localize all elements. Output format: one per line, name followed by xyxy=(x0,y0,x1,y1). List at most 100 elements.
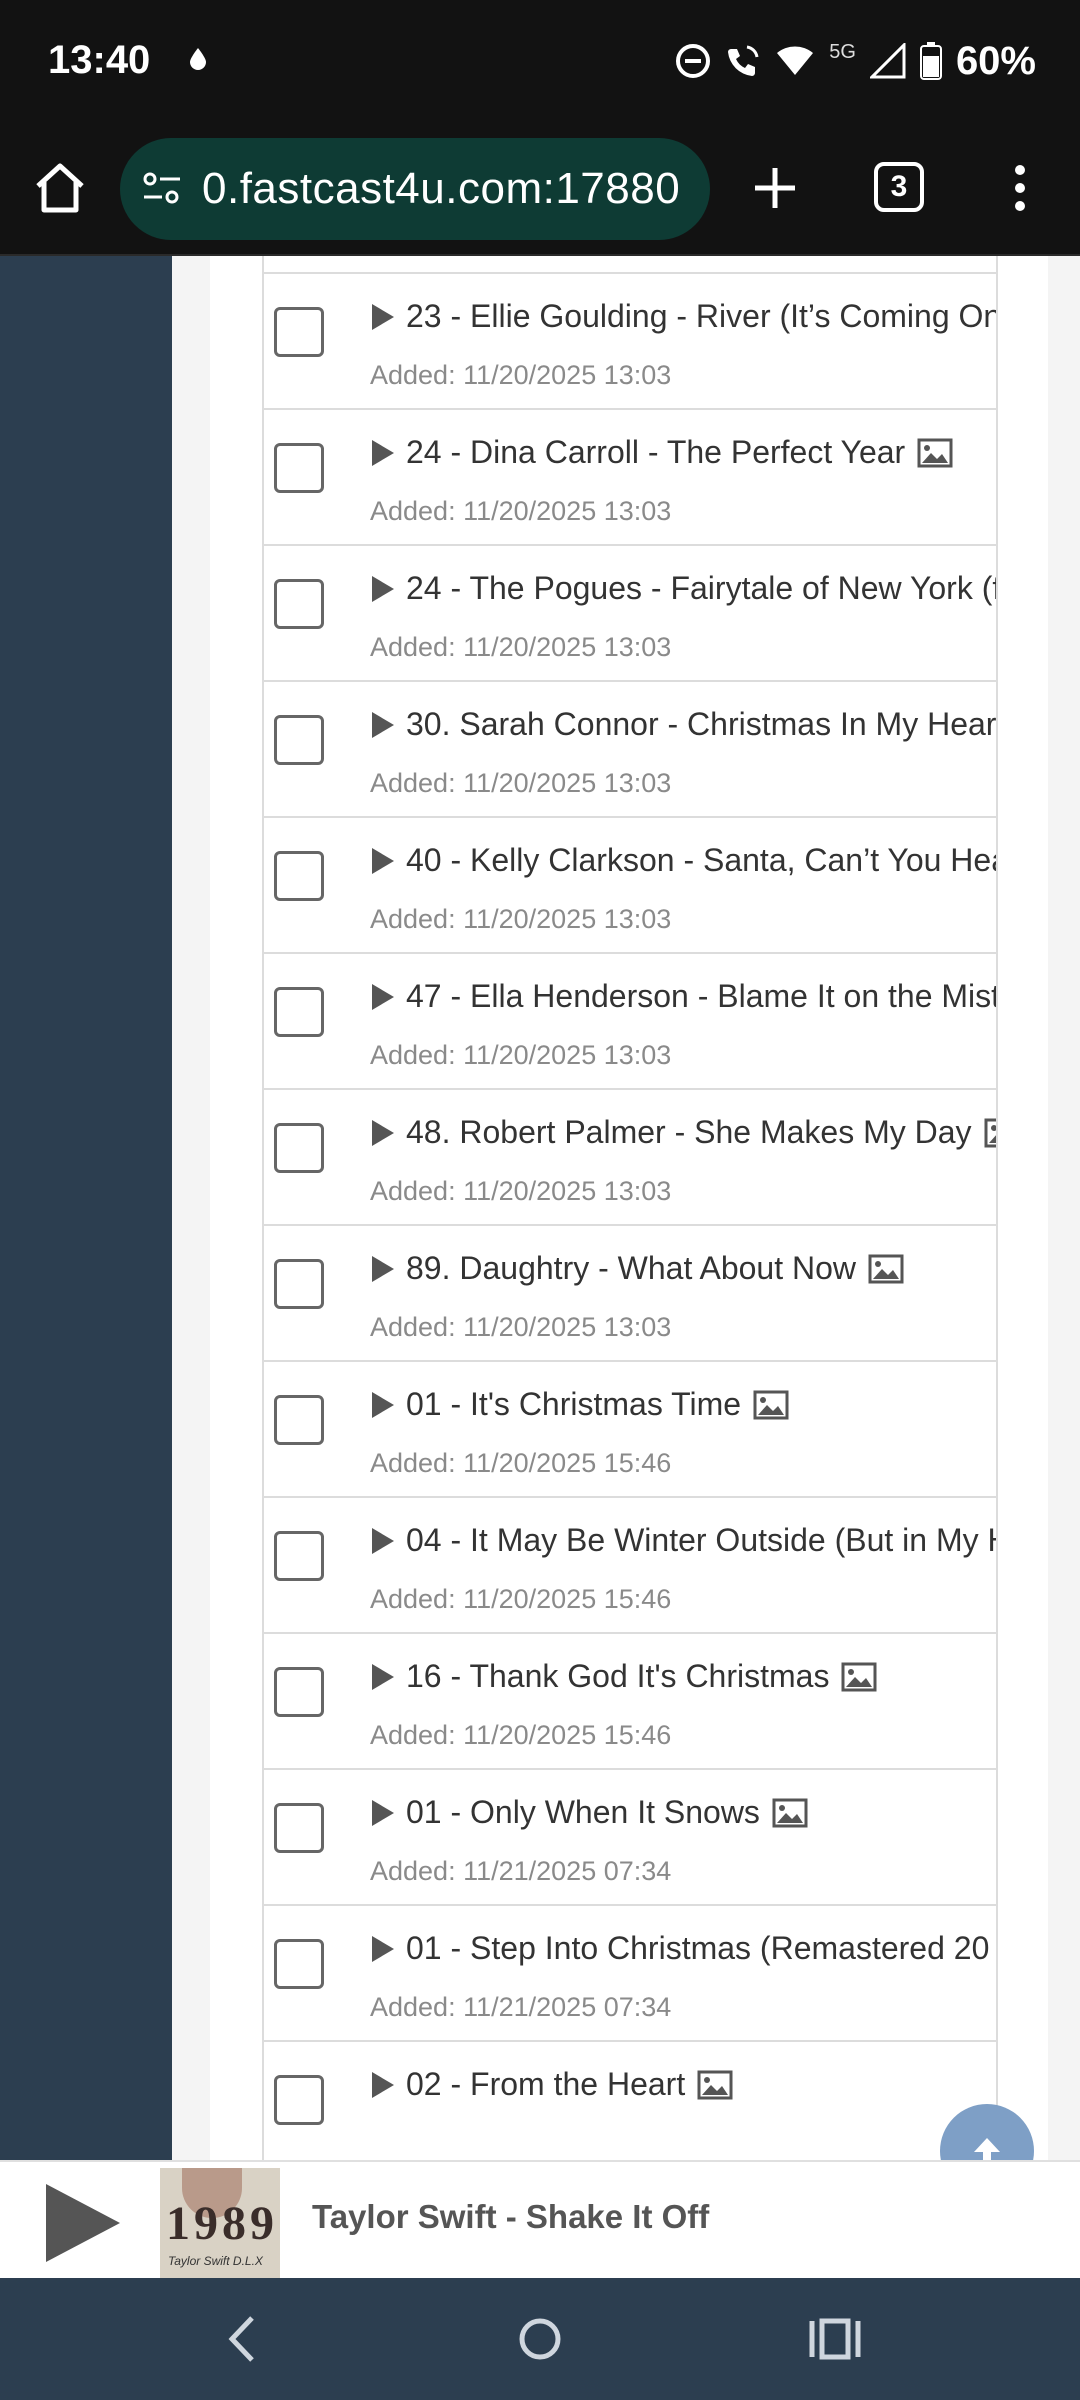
select-checkbox[interactable] xyxy=(274,715,324,765)
web-page: 22 - Gladys Knight & The Pips - Do You H… xyxy=(0,256,1080,2160)
play-triangle-icon xyxy=(372,1391,394,1418)
more-options-icon[interactable] xyxy=(1000,158,1040,218)
audio-player: 1989 Taylor Swift D.L.X Taylor Swift - S… xyxy=(0,2160,1080,2278)
play-triangle-icon xyxy=(372,1119,394,1146)
select-checkbox[interactable] xyxy=(274,307,324,357)
album-cover-text: 1989 xyxy=(166,2197,278,2250)
play-icon[interactable] xyxy=(40,2180,126,2266)
track-link[interactable]: 24 - Dina Carroll - The Perfect Year xyxy=(370,434,996,471)
recents-icon[interactable] xyxy=(800,2304,870,2374)
album-cover: 1989 Taylor Swift D.L.X xyxy=(160,2168,280,2278)
network-type: 5G xyxy=(829,40,856,63)
status-time: 13:40 xyxy=(48,38,151,82)
track-title: 30. Sarah Connor - Christmas In My Heart xyxy=(406,706,998,742)
select-checkbox[interactable] xyxy=(274,851,324,901)
list-item: 01 - Only When It Snows Added: 11/21/2025… xyxy=(264,1770,996,1906)
track-link[interactable]: 01 - Step Into Christmas (Remastered 20 xyxy=(370,1930,996,1967)
address-bar[interactable]: 0.fastcast4u.com:17880 xyxy=(120,138,710,240)
added-date: Added: 11/20/2025 13:03 xyxy=(370,1312,672,1342)
track-link[interactable]: 23 - Ellie Goulding - River (It’s Coming… xyxy=(370,298,998,335)
image-icon xyxy=(753,1390,789,1419)
list-item: 24 - The Pogues - Fairytale of New York … xyxy=(264,546,998,682)
track-link[interactable]: 02 - From the Heart xyxy=(370,2066,996,2103)
track-title: 04 - It May Be Winter Outside (But in My… xyxy=(406,1522,996,1558)
play-triangle-icon xyxy=(372,575,394,602)
select-checkbox[interactable] xyxy=(274,1803,324,1853)
track-link[interactable]: 40 - Kelly Clarkson - Santa, Can’t You H… xyxy=(370,842,996,879)
play-triangle-icon xyxy=(372,2071,394,2098)
select-checkbox[interactable] xyxy=(274,1531,324,1581)
select-checkbox[interactable] xyxy=(274,443,324,493)
select-checkbox[interactable] xyxy=(274,1939,324,1989)
tab-switcher-button[interactable]: 3 xyxy=(874,162,924,212)
added-date: Added: 11/20/2025 13:03 xyxy=(370,768,672,798)
image-icon xyxy=(697,2070,733,2099)
list-item: 24 - Dina Carroll - The Perfect Year Adde… xyxy=(264,410,996,546)
image-icon xyxy=(917,438,953,467)
arrow-up-icon xyxy=(974,2138,1000,2160)
browser-toolbar: 0.fastcast4u.com:17880 3 xyxy=(0,126,1080,256)
track-title: 24 - Dina Carroll - The Perfect Year xyxy=(406,434,906,470)
playlist: 22 - Gladys Knight & The Pips - Do You H… xyxy=(262,256,998,2160)
track-link[interactable]: 01 - It's Christmas Time xyxy=(370,1386,996,1423)
status-bar: 13:40 5G 60% xyxy=(0,0,1080,126)
list-item: 40 - Kelly Clarkson - Santa, Can’t You H… xyxy=(264,818,996,954)
select-checkbox[interactable] xyxy=(274,2075,324,2125)
track-title: 48. Robert Palmer - She Makes My Day xyxy=(406,1114,972,1150)
track-link[interactable]: 30. Sarah Connor - Christmas In My Heart xyxy=(370,706,998,743)
track-title: 24 - The Pogues - Fairytale of New York … xyxy=(406,570,998,606)
url-text: 0.fastcast4u.com:17880 xyxy=(202,164,681,213)
list-item: 22 - Gladys Knight & The Pips - Do You H… xyxy=(264,256,996,274)
track-link[interactable]: 04 - It May Be Winter Outside (But in My… xyxy=(370,1522,996,1559)
track-link[interactable]: 47 - Ella Henderson - Blame It on the Mi… xyxy=(370,978,996,1015)
list-item: 30. Sarah Connor - Christmas In My Heart… xyxy=(264,682,998,818)
signal-icon xyxy=(869,43,906,79)
added-date: Added: 11/21/2025 07:34 xyxy=(370,1992,672,2022)
added-date: Added: 11/20/2025 13:03 xyxy=(370,360,672,390)
select-checkbox[interactable] xyxy=(274,1667,324,1717)
battery-percent: 60% xyxy=(955,38,1036,83)
select-checkbox[interactable] xyxy=(274,987,324,1037)
back-icon[interactable] xyxy=(210,2304,280,2374)
track-title: 23 - Ellie Goulding - River (It’s Coming… xyxy=(406,298,998,334)
list-item: 02 - From the Heart xyxy=(264,2042,996,2160)
image-icon xyxy=(772,1798,808,1827)
play-triangle-icon xyxy=(372,983,394,1010)
track-title: 01 - Step Into Christmas (Remastered 20 xyxy=(406,1930,990,1966)
wifi-icon xyxy=(777,46,814,75)
play-triangle-icon xyxy=(372,1527,394,1554)
new-tab-icon[interactable] xyxy=(745,158,805,218)
home-circle-icon[interactable] xyxy=(505,2304,575,2374)
now-playing-title: Taylor Swift - Shake It Off xyxy=(312,2198,710,2235)
play-triangle-icon xyxy=(372,439,394,466)
list-item: 16 - Thank God It's Christmas Added: 11/2… xyxy=(264,1634,996,1770)
added-date: Added: 11/20/2025 15:46 xyxy=(370,1720,672,1750)
track-link[interactable]: 01 - Only When It Snows xyxy=(370,1794,996,1831)
list-item: 48. Robert Palmer - She Makes My Day Adde… xyxy=(264,1090,996,1226)
added-date: Added: 11/20/2025 13:03 xyxy=(370,496,672,526)
added-date: Added: 11/20/2025 13:03 xyxy=(370,904,672,934)
do-not-disturb-icon xyxy=(676,44,711,78)
play-triangle-icon xyxy=(372,303,394,330)
select-checkbox[interactable] xyxy=(274,1259,324,1309)
select-checkbox[interactable] xyxy=(274,1395,324,1445)
list-item: 89. Daughtry - What About Now Added: 11/2… xyxy=(264,1226,996,1362)
track-title: 02 - From the Heart xyxy=(406,2066,686,2102)
track-title: 01 - Only When It Snows xyxy=(406,1794,760,1830)
select-checkbox[interactable] xyxy=(274,1123,324,1173)
site-settings-icon[interactable] xyxy=(140,167,184,211)
system-navigation-bar xyxy=(0,2278,1080,2400)
wifi-calling-icon xyxy=(728,45,759,76)
home-icon[interactable] xyxy=(30,158,90,218)
track-link[interactable]: 24 - The Pogues - Fairytale of New York … xyxy=(370,570,998,607)
droplet-icon xyxy=(190,48,206,70)
select-checkbox[interactable] xyxy=(274,579,324,629)
list-item: 04 - It May Be Winter Outside (But in My… xyxy=(264,1498,996,1634)
battery-icon xyxy=(919,42,942,80)
track-link[interactable]: 48. Robert Palmer - She Makes My Day xyxy=(370,1114,996,1151)
track-link[interactable]: 16 - Thank God It's Christmas xyxy=(370,1658,996,1695)
added-date: Added: 11/21/2025 07:34 xyxy=(370,1856,672,1886)
track-title: 01 - It's Christmas Time xyxy=(406,1386,742,1422)
play-triangle-icon xyxy=(372,1799,394,1826)
track-link[interactable]: 89. Daughtry - What About Now xyxy=(370,1250,996,1287)
